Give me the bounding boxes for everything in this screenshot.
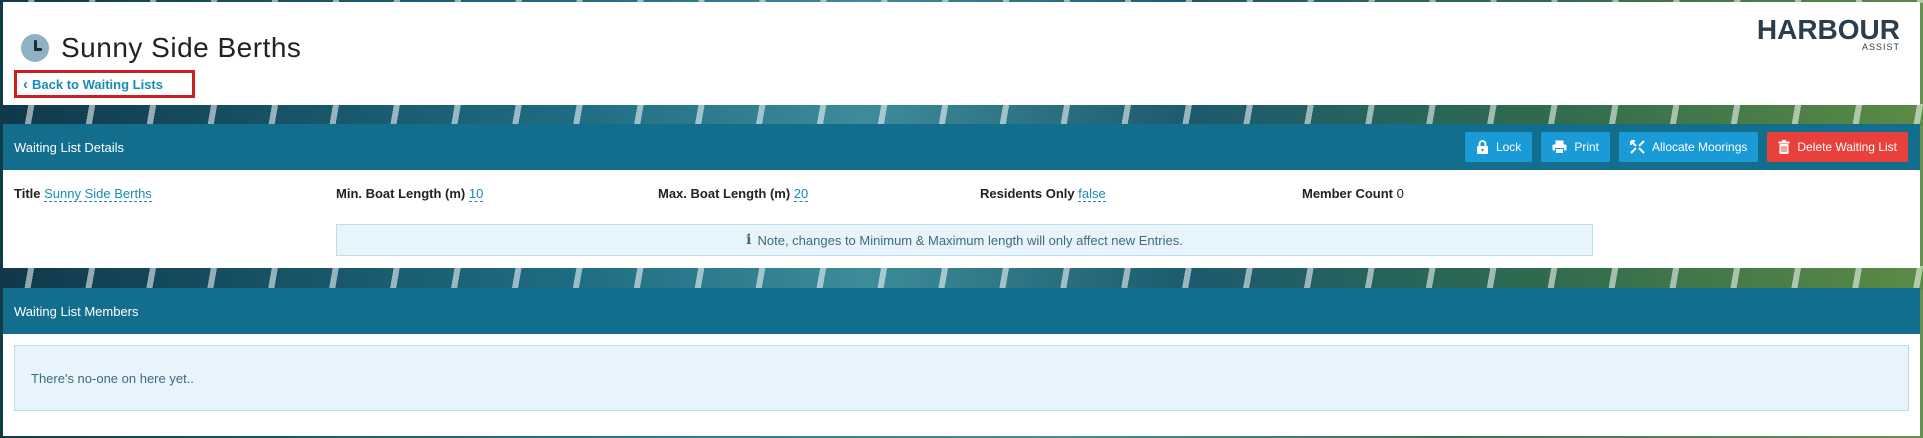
title-field: Title Sunny Side Berths <box>14 186 152 202</box>
empty-members-message: There's no-one on here yet.. <box>14 345 1909 411</box>
lock-label: Lock <box>1495 140 1522 154</box>
details-actions: Lock Print Allocate Moorings Delete Wait… <box>1464 132 1908 162</box>
title-field-value[interactable]: Sunny Side Berths <box>44 186 152 202</box>
members-panel-header: Waiting List Members <box>3 288 1920 334</box>
back-link-label: Back to Waiting Lists <box>32 76 163 92</box>
print-label: Print <box>1574 140 1599 154</box>
details-panel-header: Waiting List Details Lock Print Allocate… <box>3 124 1920 170</box>
waiting-list-members-panel: Waiting List Members There's no-one on h… <box>3 288 1920 436</box>
residents-only-value[interactable]: false <box>1078 186 1106 202</box>
delete-waiting-list-button[interactable]: Delete Waiting List <box>1767 132 1908 162</box>
harbour-assist-logo: HARBOUR ASSIST <box>1756 14 1900 53</box>
title-field-label: Title <box>14 186 41 201</box>
empty-members-text: There's no-one on here yet.. <box>31 370 194 386</box>
details-fields: Title Sunny Side Berths Min. Boat Length… <box>14 186 1894 204</box>
allocate-label: Allocate Moorings <box>1652 140 1748 154</box>
print-button[interactable]: Print <box>1541 132 1610 162</box>
delete-label: Delete Waiting List <box>1797 140 1897 154</box>
info-icon: i <box>746 232 752 248</box>
title-group: Sunny Side Berths <box>21 32 301 64</box>
min-length-label: Min. Boat Length (m) <box>336 186 466 201</box>
lock-icon <box>1476 140 1489 154</box>
min-length-field: Min. Boat Length (m) 10 <box>336 186 484 202</box>
photo-band-middle <box>0 266 1923 290</box>
app-frame: Sunny Side Berths ‹ Back to Waiting List… <box>0 0 1923 438</box>
waiting-list-details-panel: Waiting List Details Lock Print Allocate… <box>3 124 1920 268</box>
logo-text: HARBOUR <box>1756 14 1900 45</box>
residents-only-label: Residents Only <box>980 186 1075 201</box>
max-length-value[interactable]: 20 <box>793 186 809 202</box>
lock-button[interactable]: Lock <box>1464 132 1533 162</box>
max-length-field: Max. Boat Length (m) 20 <box>658 186 809 202</box>
member-count-field: Member Count 0 <box>1302 186 1404 201</box>
clock-icon <box>21 34 49 62</box>
allocate-icon <box>1630 140 1645 154</box>
photo-band-top <box>0 104 1923 126</box>
back-to-waiting-lists-link[interactable]: ‹ Back to Waiting Lists <box>14 70 195 98</box>
max-length-label: Max. Boat Length (m) <box>658 186 791 201</box>
page-header: Sunny Side Berths ‹ Back to Waiting List… <box>3 2 1920 105</box>
allocate-moorings-button[interactable]: Allocate Moorings <box>1619 132 1759 162</box>
member-count-label: Member Count <box>1302 186 1393 201</box>
residents-only-field: Residents Only false <box>980 186 1106 202</box>
members-heading: Waiting List Members <box>14 303 139 319</box>
printer-icon <box>1552 140 1567 154</box>
details-heading: Waiting List Details <box>14 139 125 155</box>
length-change-note: i Note, changes to Minimum & Maximum len… <box>336 224 1593 256</box>
chevron-left-icon: ‹ <box>23 75 28 93</box>
page-title: Sunny Side Berths <box>61 32 302 63</box>
note-text: Note, changes to Minimum & Maximum lengt… <box>757 232 1183 248</box>
min-length-value[interactable]: 10 <box>468 186 484 202</box>
member-count-value: 0 <box>1396 186 1404 201</box>
trash-icon <box>1778 140 1790 154</box>
